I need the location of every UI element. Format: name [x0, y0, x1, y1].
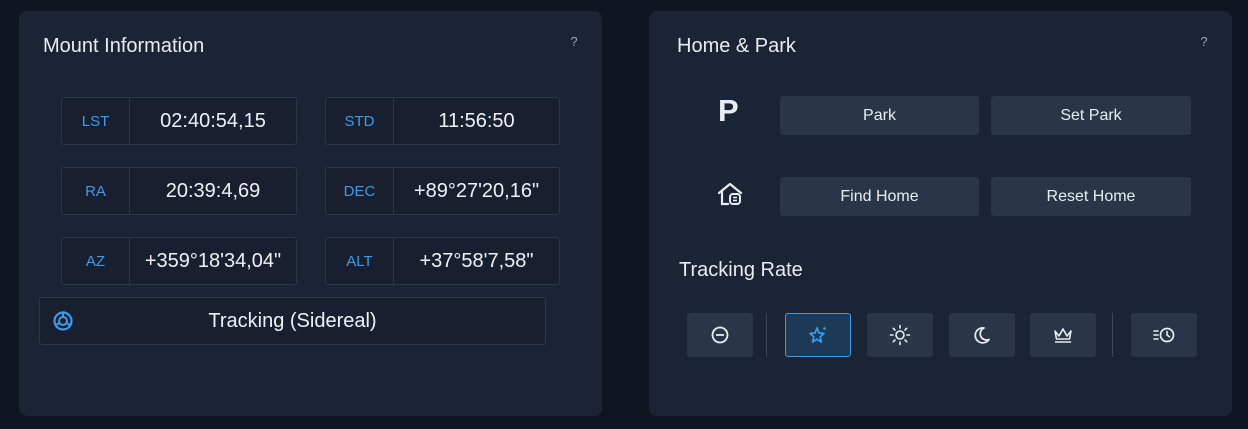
- crown-icon: [1052, 325, 1074, 345]
- lst-field: LST 02:40:54,15: [61, 97, 297, 145]
- home-park-title: Home & Park: [677, 35, 796, 57]
- home-park-panel: Home & Park ? P Park Set Park Find Home …: [649, 11, 1232, 416]
- custom-rate-icon: [1152, 325, 1176, 345]
- tracking-rate-title: Tracking Rate: [679, 259, 803, 281]
- mount-information-help-button[interactable]: ?: [565, 33, 583, 51]
- tracking-stop-button[interactable]: [687, 313, 753, 357]
- tracking-king-button[interactable]: [1030, 313, 1096, 357]
- tracking-lunar-button[interactable]: [949, 313, 1015, 357]
- az-value: +359°18'34,04": [144, 249, 282, 272]
- mount-information-title: Mount Information: [43, 35, 205, 57]
- az-field: AZ +359°18'34,04": [61, 237, 297, 285]
- reset-home-button[interactable]: Reset Home: [991, 177, 1191, 216]
- home-icon: [716, 181, 744, 207]
- alt-value: +37°58'7,58": [419, 249, 534, 272]
- stop-icon: [710, 325, 730, 345]
- std-label: STD: [326, 98, 394, 144]
- ra-value: 20:39:4,69: [165, 179, 261, 202]
- std-field: STD 11:56:50: [325, 97, 560, 145]
- dec-label: DEC: [326, 168, 394, 214]
- set-park-button[interactable]: Set Park: [991, 96, 1191, 135]
- tracking-status-bar[interactable]: Tracking (Sidereal): [39, 297, 546, 345]
- ra-label: RA: [62, 168, 130, 214]
- rate-separator: [1112, 313, 1113, 357]
- tracking-custom-button[interactable]: [1131, 313, 1197, 357]
- home-park-help-button[interactable]: ?: [1195, 33, 1213, 51]
- dec-field: DEC +89°27'20,16": [325, 167, 560, 215]
- star-icon: [808, 325, 828, 345]
- tracking-sidereal-button[interactable]: [785, 313, 851, 357]
- lst-label: LST: [62, 98, 130, 144]
- mount-information-panel: Mount Information ? LST 02:40:54,15 STD …: [19, 11, 602, 416]
- tracking-status-text: Tracking (Sidereal): [208, 309, 377, 332]
- alt-label: ALT: [326, 238, 394, 284]
- rate-separator: [766, 313, 767, 357]
- tracking-target-icon: [52, 310, 74, 332]
- moon-icon: [972, 325, 992, 345]
- park-button[interactable]: Park: [780, 96, 979, 135]
- std-value: 11:56:50: [438, 109, 515, 132]
- dec-value: +89°27'20,16": [413, 179, 540, 202]
- find-home-button[interactable]: Find Home: [780, 177, 979, 216]
- app-frame: Mount Information ? LST 02:40:54,15 STD …: [0, 0, 1248, 429]
- az-label: AZ: [62, 238, 130, 284]
- sun-icon: [889, 324, 911, 346]
- tracking-solar-button[interactable]: [867, 313, 933, 357]
- park-icon: P: [718, 93, 739, 128]
- lst-value: 02:40:54,15: [160, 109, 266, 132]
- alt-field: ALT +37°58'7,58": [325, 237, 560, 285]
- ra-field: RA 20:39:4,69: [61, 167, 297, 215]
